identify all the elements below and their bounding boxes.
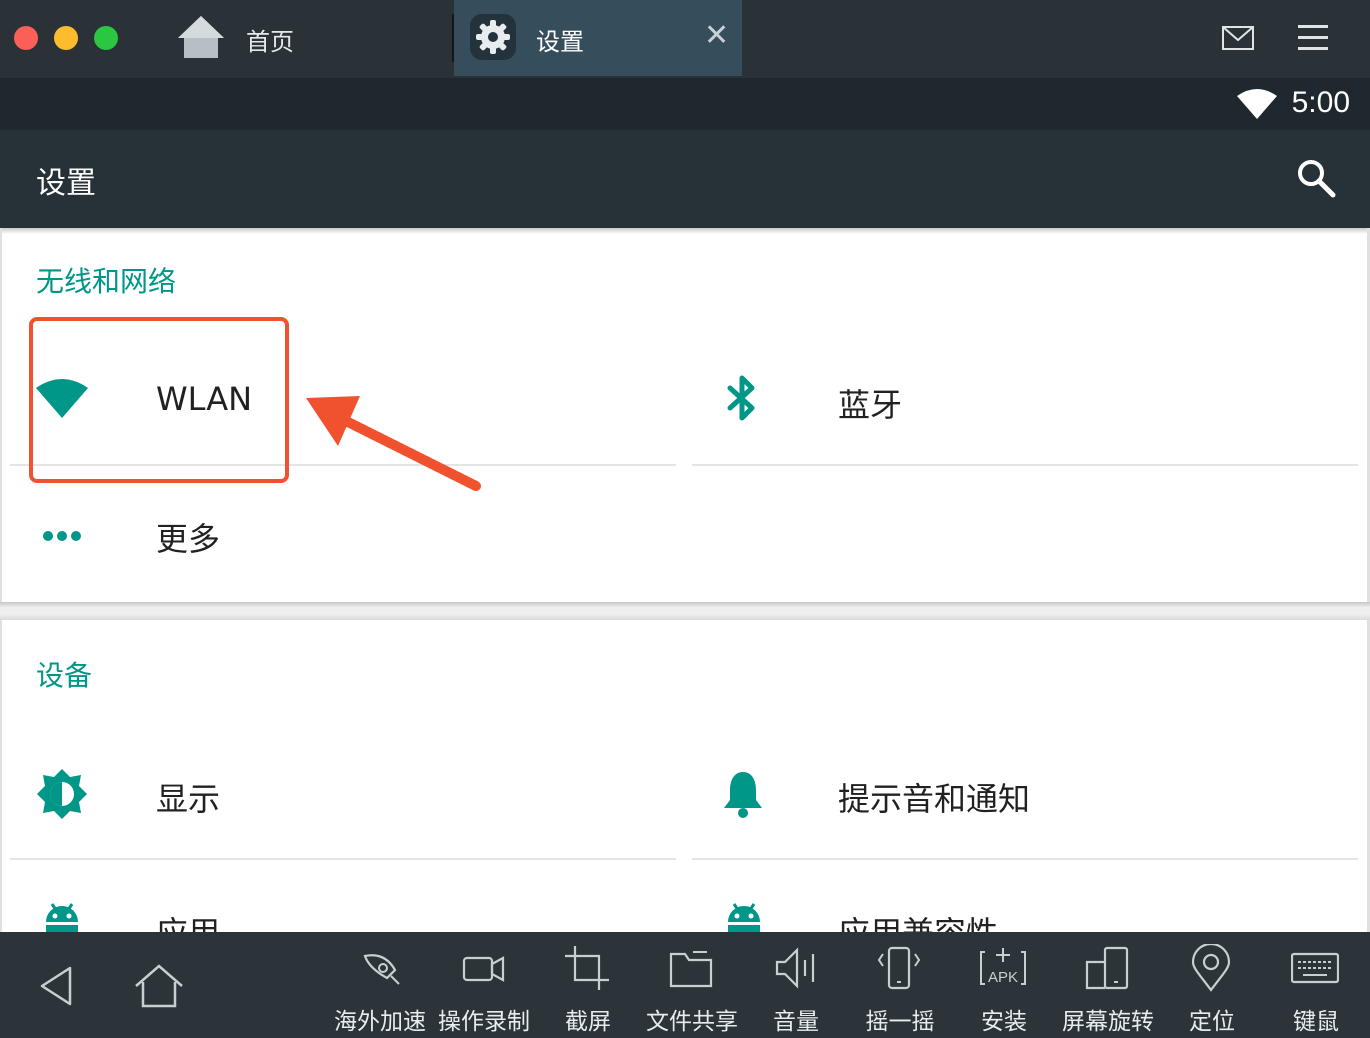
settings-item-label: 更多 [156,520,221,558]
shake-icon [877,946,921,990]
section-gap [0,602,1370,620]
left-edge [0,228,2,932]
status-time: 5:00 [1291,86,1350,119]
menu-icon[interactable] [1298,24,1328,52]
action-bar: 设置 [0,130,1370,228]
settings-item-label: 应用 [156,908,220,932]
folder-icon [669,951,713,988]
divider [10,858,676,860]
tool-rotate[interactable]: 屏幕旋转 [1056,932,1160,1038]
more-dots-icon [43,531,81,541]
emulator-toolbar: 海外加速 操作录制 截屏 文件共享 音量 摇一摇 APK 安装 屏幕旋转 定位 … [0,932,1370,1038]
tab-home[interactable]: 首页 [150,0,450,78]
highlight-box [29,317,289,483]
tool-keyboard-mouse[interactable]: 键鼠 [1264,932,1368,1038]
tab-settings[interactable]: 设置 ✕ [454,0,742,76]
video-camera-icon [462,956,505,982]
rotate-icon [1085,946,1129,990]
divider [692,464,1358,466]
settings-item-label: 显示 [156,780,221,818]
android-icon [728,903,760,932]
settings-item-apps[interactable]: 应用 [10,866,676,932]
section-title-wireless: 无线和网络 [36,265,177,298]
page-title: 设置 [36,166,96,201]
tool-install-apk[interactable]: APK 安装 [952,932,1056,1038]
annotation-arrow [306,396,481,491]
rocket-icon [363,954,400,985]
back-icon[interactable] [38,966,74,1006]
tool-volume[interactable]: 音量 [744,932,848,1038]
divider [692,858,1358,860]
close-tab-button[interactable]: ✕ [704,18,729,54]
action-bar-shadow [0,228,1370,234]
settings-item-label: 提示音和通知 [838,780,1031,818]
tool-record[interactable]: 操作录制 [432,932,536,1038]
status-bar: 5:00 [0,78,1370,130]
tool-overseas-accel[interactable]: 海外加速 [328,932,432,1038]
bluetooth-icon [727,375,755,421]
tool-file-share[interactable]: 文件共享 [640,932,744,1038]
gear-icon [470,14,516,60]
window-title-bar: 首页 设置 ✕ [0,0,1370,78]
maximize-window-button[interactable] [94,26,118,50]
apk-icon: APK [980,948,1026,986]
android-icon [46,903,78,932]
settings-item-bluetooth[interactable]: 蓝牙 [692,336,1358,464]
section-title-device: 设备 [36,659,93,692]
close-window-button[interactable] [14,26,38,50]
tool-location[interactable]: 定位 [1160,932,1264,1038]
settings-item-notifications[interactable]: 提示音和通知 [692,730,1358,858]
tab-settings-label: 设置 [536,28,584,56]
home-icon [178,16,224,58]
tool-screenshot[interactable]: 截屏 [536,932,640,1038]
settings-item-label: 应用兼容性 [838,908,998,932]
svg-text:APK: APK [988,969,1018,986]
minimize-window-button[interactable] [54,26,78,50]
settings-item-app-compat[interactable]: 应用兼容性 [692,866,1358,932]
location-pin-icon [1191,944,1231,992]
search-icon[interactable] [1296,158,1336,198]
bell-icon [724,772,762,818]
mail-icon[interactable] [1222,26,1254,50]
volume-icon [775,947,815,989]
tool-shake[interactable]: 摇一摇 [848,932,952,1038]
crop-icon [565,946,609,990]
keyboard-icon [1291,952,1339,984]
settings-item-display[interactable]: 显示 [10,730,676,858]
tool-label: 键鼠 [1293,1009,1339,1035]
wifi-icon [1237,89,1277,119]
settings-item-label: 蓝牙 [838,386,903,424]
tab-home-label: 首页 [246,28,294,56]
brightness-icon [37,769,87,819]
home-icon[interactable] [134,964,184,1008]
